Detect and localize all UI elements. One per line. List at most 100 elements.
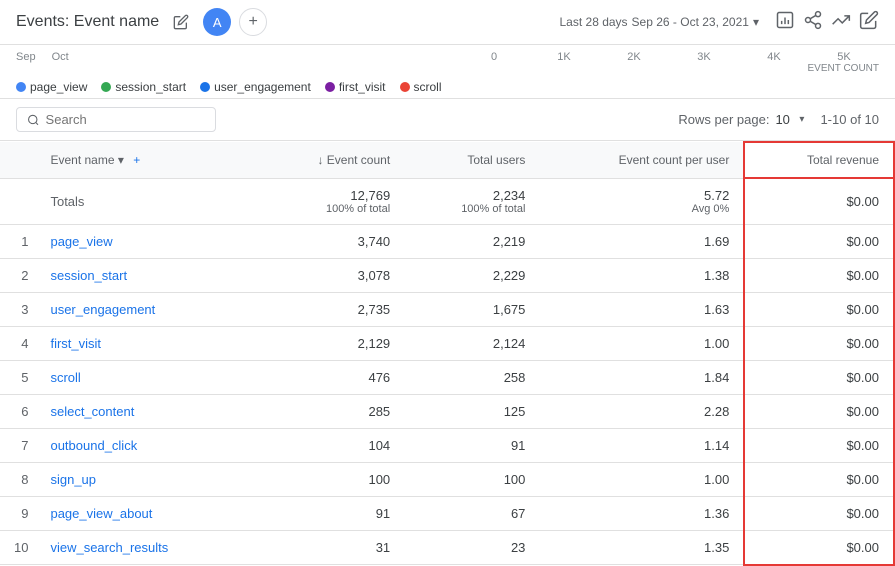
row-num: 7: [0, 428, 36, 462]
legend-label-user-engagement: user_engagement: [214, 80, 311, 94]
row-event-count: 3,740: [256, 224, 404, 258]
legend-page-view[interactable]: page_view: [16, 80, 87, 94]
legend-scroll[interactable]: scroll: [400, 80, 442, 94]
row-num: 10: [0, 530, 36, 565]
row-event-name[interactable]: user_engagement: [36, 292, 256, 326]
header-right: Last 28 days Sep 26 - Oct 23, 2021 ▾: [560, 10, 880, 35]
totals-event-count-per-user: 5.72Avg 0%: [539, 178, 744, 224]
row-event-count: 3,078: [256, 258, 404, 292]
row-event-name[interactable]: first_visit: [36, 326, 256, 360]
totals-label: Totals: [36, 178, 256, 224]
pencil-icon[interactable]: [859, 10, 879, 35]
legend-label-session-start: session_start: [115, 80, 186, 94]
legend-label-first-visit: first_visit: [339, 80, 386, 94]
row-total-users: 125: [404, 394, 539, 428]
legend-label-page-view: page_view: [30, 80, 87, 94]
col-num: [0, 142, 36, 178]
axis-label-3k: 3K: [669, 51, 739, 63]
row-total-users: 91: [404, 428, 539, 462]
col-event-count-per-user[interactable]: Event count per user: [539, 142, 744, 178]
col-total-users[interactable]: Total users: [404, 142, 539, 178]
legend-user-engagement[interactable]: user_engagement: [200, 80, 311, 94]
row-event-name[interactable]: view_search_results: [36, 530, 256, 565]
col-event-count-per-user-label: Event count per user: [619, 153, 730, 167]
row-event-count-per-user: 1.35: [539, 530, 744, 565]
table-row: 6 select_content 285 125 2.28 $0.00: [0, 394, 894, 428]
row-event-name[interactable]: outbound_click: [36, 428, 256, 462]
date-range-selector[interactable]: Last 28 days Sep 26 - Oct 23, 2021 ▾: [560, 15, 760, 29]
row-event-name[interactable]: session_start: [36, 258, 256, 292]
share-icon[interactable]: [803, 10, 823, 35]
edit-title-button[interactable]: [167, 8, 195, 36]
row-total-revenue: $0.00: [744, 292, 894, 326]
table-header-row: Event name ▾ + ↓ Event count Total users…: [0, 142, 894, 178]
row-total-users: 100: [404, 462, 539, 496]
col-event-name[interactable]: Event name ▾ +: [36, 142, 256, 178]
row-event-count-per-user: 1.69: [539, 224, 744, 258]
rows-per-page-select[interactable]: 10 25 50: [775, 112, 804, 127]
row-total-users: 258: [404, 360, 539, 394]
header-left: Events: Event name A +: [16, 8, 267, 36]
table-controls: Rows per page: 10 25 50 1-10 of 10: [0, 99, 895, 141]
axis-label-1k: 1K: [529, 51, 599, 63]
row-event-name[interactable]: sign_up: [36, 462, 256, 496]
report-icon[interactable]: [775, 10, 795, 35]
row-event-count-per-user: 1.38: [539, 258, 744, 292]
row-total-revenue: $0.00: [744, 394, 894, 428]
legend-session-start[interactable]: session_start: [101, 80, 186, 94]
table-row: 4 first_visit 2,129 2,124 1.00 $0.00: [0, 326, 894, 360]
page-title: Events: Event name: [16, 13, 159, 31]
row-event-name[interactable]: scroll: [36, 360, 256, 394]
row-event-name[interactable]: page_view: [36, 224, 256, 258]
legend-first-visit[interactable]: first_visit: [325, 80, 386, 94]
search-input[interactable]: [46, 112, 205, 127]
date-range-value: Sep 26 - Oct 23, 2021: [632, 15, 749, 29]
table-row: 1 page_view 3,740 2,219 1.69 $0.00: [0, 224, 894, 258]
row-num: 2: [0, 258, 36, 292]
totals-total-revenue: $0.00: [744, 178, 894, 224]
row-num: 1: [0, 224, 36, 258]
row-event-count: 2,735: [256, 292, 404, 326]
row-event-count: 31: [256, 530, 404, 565]
date-range-label: Last 28 days: [560, 15, 628, 29]
col-total-users-label: Total users: [467, 153, 525, 167]
pagination-controls: Rows per page: 10 25 50 1-10 of 10: [678, 112, 879, 127]
search-icon: [27, 113, 40, 127]
row-event-count-per-user: 1.84: [539, 360, 744, 394]
add-column-button[interactable]: +: [133, 153, 140, 167]
axis-label-0: 0: [459, 51, 529, 63]
table-row: 10 view_search_results 31 23 1.35 $0.00: [0, 530, 894, 565]
row-num: 9: [0, 496, 36, 530]
row-total-revenue: $0.00: [744, 224, 894, 258]
chart-area: Sep Oct 0 1K 2K 3K 4K 5K EVENT COUNT pag…: [0, 45, 895, 99]
row-total-users: 2,219: [404, 224, 539, 258]
row-num: 6: [0, 394, 36, 428]
row-event-count-per-user: 1.00: [539, 326, 744, 360]
row-event-count: 100: [256, 462, 404, 496]
axis-title: EVENT COUNT: [808, 63, 880, 74]
pagination-range: 1-10 of 10: [820, 112, 879, 127]
legend-dot-first-visit: [325, 82, 335, 92]
row-event-count-per-user: 2.28: [539, 394, 744, 428]
row-event-count-per-user: 1.14: [539, 428, 744, 462]
row-total-users: 2,229: [404, 258, 539, 292]
table-row: 3 user_engagement 2,735 1,675 1.63 $0.00: [0, 292, 894, 326]
search-box[interactable]: [16, 107, 216, 132]
chart-legend: page_view session_start user_engagement …: [16, 74, 879, 98]
table-row: 5 scroll 476 258 1.84 $0.00: [0, 360, 894, 394]
col-event-name-label: Event name ▾: [50, 153, 123, 167]
row-event-name[interactable]: select_content: [36, 394, 256, 428]
add-comparison-button[interactable]: +: [239, 8, 267, 36]
totals-row: Totals 12,769100% of total 2,234100% of …: [0, 178, 894, 224]
legend-label-scroll: scroll: [414, 80, 442, 94]
row-event-name[interactable]: page_view_about: [36, 496, 256, 530]
legend-dot-user-engagement: [200, 82, 210, 92]
col-event-count[interactable]: ↓ Event count: [256, 142, 404, 178]
row-total-revenue: $0.00: [744, 496, 894, 530]
totals-total-users: 2,234100% of total: [404, 178, 539, 224]
row-event-count-per-user: 1.36: [539, 496, 744, 530]
row-num: 3: [0, 292, 36, 326]
avatar[interactable]: A: [203, 8, 231, 36]
trend-icon[interactable]: [831, 10, 851, 35]
col-total-revenue[interactable]: Total revenue: [744, 142, 894, 178]
